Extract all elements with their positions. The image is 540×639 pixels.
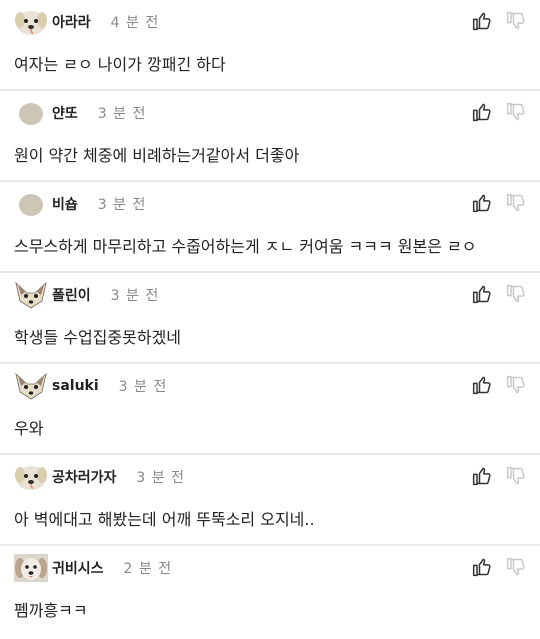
dog-face-avatar[interactable] <box>14 8 48 36</box>
comment-header: 공차러가자 3 분 전 <box>14 463 526 491</box>
blob-avatar[interactable] <box>14 99 48 127</box>
thumbs-down-icon[interactable] <box>506 557 526 577</box>
comment-time: 4 분 전 <box>110 15 160 31</box>
author-name[interactable]: 공차러가자 <box>52 467 116 487</box>
vote-actions <box>472 193 526 213</box>
comment-item: 귀비시스 2 분 전 펨까흥ㅋㅋ <box>0 546 540 637</box>
comment-header: 아라라 4 분 전 <box>14 8 526 36</box>
thumbs-down-icon[interactable] <box>506 375 526 395</box>
author-name[interactable]: 얀또 <box>52 103 78 123</box>
comment-item: 폴린이 3 분 전 학생들 수업집중못하겠네 <box>0 273 540 364</box>
comment-header: 귀비시스 2 분 전 <box>14 554 526 582</box>
chihuahua-avatar[interactable] <box>14 372 48 400</box>
comment-text: 원이 약간 체중에 비례하는거같아서 더좋아 <box>14 146 300 165</box>
comment-text: 여자는 ㄹㅇ 나이가 깡패긴 하다 <box>14 55 226 74</box>
comment-text: 학생들 수업집중못하겠네 <box>14 328 182 347</box>
comment-header: 얀또 3 분 전 <box>14 99 526 127</box>
vote-actions <box>472 466 526 486</box>
comment-time: 3 분 전 <box>136 470 185 486</box>
comment-text: 펨까흥ㅋㅋ <box>14 601 88 620</box>
blob-avatar[interactable] <box>14 190 48 218</box>
thumbs-down-icon[interactable] <box>506 11 526 31</box>
vote-actions <box>472 11 526 31</box>
thumbs-up-icon[interactable] <box>472 11 492 31</box>
comment-item: 비숍 3 분 전 스무스하게 마무리하고 수줍어하는게 ㅈㄴ 커여움 ㅋㅋㅋ 원… <box>0 182 540 273</box>
comment-time: 3 분 전 <box>118 379 168 395</box>
thumbs-up-icon[interactable] <box>472 284 492 304</box>
author-name[interactable]: saluki <box>52 378 99 394</box>
comment-header: saluki 3 분 전 <box>14 372 526 400</box>
comment-text: 스무스하게 마무리하고 수줍어하는게 ㅈㄴ 커여움 ㅋㅋㅋ 원본은 ㄹㅇ <box>14 237 477 256</box>
dog-photo-avatar[interactable] <box>14 554 48 582</box>
vote-actions <box>472 284 526 304</box>
author-name[interactable]: 비숍 <box>52 194 78 214</box>
author-name[interactable]: 폴린이 <box>52 285 91 305</box>
vote-actions <box>472 557 526 577</box>
author-name[interactable]: 아라라 <box>52 12 91 32</box>
comment-item: saluki 3 분 전 우와 <box>0 364 540 455</box>
comment-time: 3 분 전 <box>110 288 160 304</box>
comment-item: 아라라 4 분 전 여자는 ㄹㅇ 나이가 깡패긴 하다 <box>0 0 540 91</box>
vote-actions <box>472 375 526 395</box>
thumbs-up-icon[interactable] <box>472 193 492 213</box>
comment-list: 아라라 4 분 전 여자는 ㄹㅇ 나이가 깡패긴 하다 얀또 3 분 전 원이 … <box>0 0 540 637</box>
chihuahua-avatar[interactable] <box>14 281 48 309</box>
comment-time: 3 분 전 <box>97 106 147 122</box>
comment-time: 3 분 전 <box>97 197 147 213</box>
comment-header: 폴린이 3 분 전 <box>14 281 526 309</box>
thumbs-down-icon[interactable] <box>506 284 526 304</box>
thumbs-up-icon[interactable] <box>472 557 492 577</box>
comment-time: 2 분 전 <box>123 561 173 577</box>
thumbs-down-icon[interactable] <box>506 193 526 213</box>
comment-header: 비숍 3 분 전 <box>14 190 526 218</box>
comment-text: 아 벽에대고 해봤는데 어깨 뚜뚝소리 오지네.. <box>14 510 315 529</box>
thumbs-up-icon[interactable] <box>472 375 492 395</box>
thumbs-down-icon[interactable] <box>506 466 526 486</box>
dog-face-avatar[interactable] <box>14 463 48 491</box>
thumbs-down-icon[interactable] <box>506 102 526 122</box>
thumbs-up-icon[interactable] <box>472 466 492 486</box>
comment-item: 공차러가자 3 분 전 아 벽에대고 해봤는데 어깨 뚜뚝소리 오지네.. <box>0 455 540 546</box>
thumbs-up-icon[interactable] <box>472 102 492 122</box>
author-name[interactable]: 귀비시스 <box>52 558 104 578</box>
vote-actions <box>472 102 526 122</box>
comment-text: 우와 <box>14 419 44 438</box>
comment-item: 얀또 3 분 전 원이 약간 체중에 비례하는거같아서 더좋아 <box>0 91 540 182</box>
